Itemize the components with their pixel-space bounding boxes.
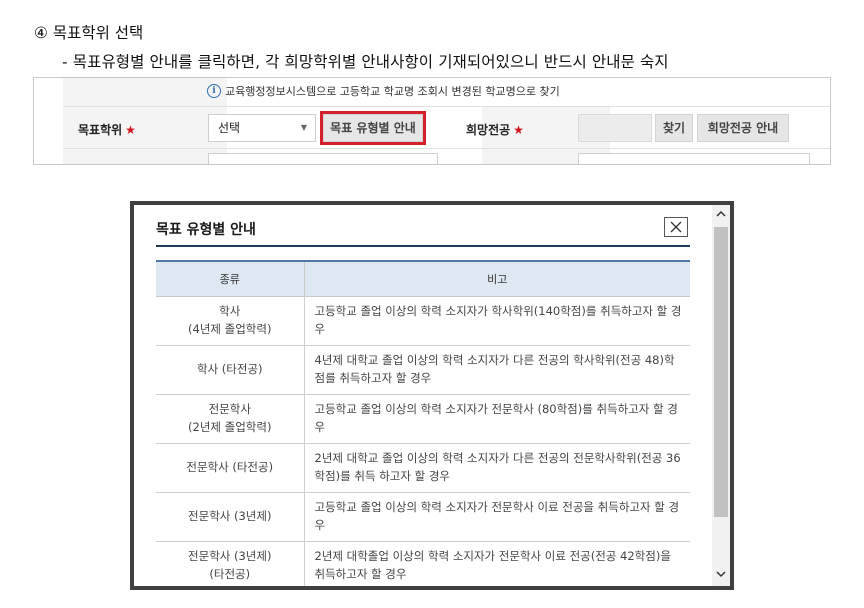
info-circle-icon: i (207, 84, 221, 98)
desired-major-field[interactable] (578, 114, 652, 142)
target-guide-modal: 목표 유형별 안내 종류 비고 학사 (4년제 졸업학력) 고등학교 졸업 이상의… (134, 205, 712, 586)
table-header-row: 종류 비고 (156, 260, 690, 297)
type-cell: 학사 (타전공) (156, 345, 305, 395)
find-button[interactable]: 찾기 (655, 114, 693, 142)
table-row: 전문학사 (3년제) (타전공) 2년제 대학졸업 이상의 학력 소지자가 전문학… (156, 541, 690, 586)
step-title: ④ 목표학위 선택 (34, 24, 144, 42)
table-row: 학사 (4년제 졸업학력) 고등학교 졸업 이상의 학력 소지자가 학사학위(14… (156, 296, 690, 346)
type-cell: 학사 (4년제 졸업학력) (156, 296, 305, 346)
modal-title: 목표 유형별 안내 (156, 222, 256, 238)
chevron-down-icon[interactable] (712, 567, 730, 583)
note-cell: 고등학교 졸업 이상의 학력 소지자가 학사학위(140학점)를 취득하고자 할… (304, 296, 690, 346)
table-row: 전문학사 (3년제) 고등학교 졸업 이상의 학력 소지자가 전문학사 이료 전… (156, 492, 690, 542)
type-cell: 전문학사 (3년제) (타전공) (156, 541, 305, 586)
target-degree-select[interactable]: 선택 ▼ (208, 114, 316, 142)
modal-screenshot: 목표 유형별 안내 종류 비고 학사 (4년제 졸업학력) 고등학교 졸업 이상의… (130, 201, 734, 590)
major-guide-button[interactable]: 희망전공 안내 (697, 114, 789, 142)
table-row: 전문학사 (타전공) 2년제 대학교 졸업 이상의 학력 소지자가 다른 전공의… (156, 443, 690, 493)
guide-table: 종류 비고 학사 (4년제 졸업학력) 고등학교 졸업 이상의 학력 소지자가 학… (156, 260, 690, 586)
table-row: 학사 (타전공) 4년제 대학교 졸업 이상의 학력 소지자가 다른 전공의 학… (156, 345, 690, 395)
second-row-input-right[interactable] (578, 153, 810, 164)
second-row-input[interactable] (208, 153, 438, 164)
column-header-type: 종류 (156, 260, 305, 297)
note-cell: 2년제 대학교 졸업 이상의 학력 소지자가 다른 전공의 전문학사학위(전공 … (304, 443, 690, 493)
info-notice-text: 교육행정정보시스템으로 고등학교 학교명 조회시 변경된 학교명으로 찾기 (225, 85, 560, 98)
target-degree-label: 목표학위 ★ (78, 123, 136, 137)
step-description: - 목표유형별 안내를 클릭하면, 각 희망학위별 안내사항이 기재되어있으니 … (62, 53, 669, 71)
highlight-box (320, 111, 426, 145)
form-screenshot: i 교육행정정보시스템으로 고등학교 학교명 조회시 변경된 학교명으로 찾기 … (33, 77, 831, 165)
chevron-up-icon[interactable] (712, 207, 730, 223)
modal-scrollbar[interactable] (712, 205, 730, 586)
type-cell: 전문학사 (타전공) (156, 443, 305, 493)
column-header-note: 비고 (304, 260, 690, 297)
scrollbar-thumb[interactable] (714, 227, 728, 517)
note-cell: 고등학교 졸업 이상의 학력 소지자가 전문학사 이료 전공을 취득하고자 할 … (304, 492, 690, 542)
note-cell: 고등학교 졸업 이상의 학력 소지자가 전문학사 (80학점)를 취득하고자 할… (304, 394, 690, 444)
note-cell: 2년제 대학졸업 이상의 학력 소지자가 전문학사 이료 전공(전공 42학점)… (304, 541, 690, 586)
table-row: 전문학사 (2년제 졸업학력) 고등학교 졸업 이상의 학력 소지자가 전문학사 … (156, 394, 690, 444)
info-notice: i 교육행정정보시스템으로 고등학교 학교명 조회시 변경된 학교명으로 찾기 (207, 83, 560, 99)
type-cell: 전문학사 (3년제) (156, 492, 305, 542)
note-cell: 4년제 대학교 졸업 이상의 학력 소지자가 다른 전공의 학사학위(전공 48… (304, 345, 690, 395)
desired-major-label: 희망전공 ★ (466, 123, 524, 137)
type-cell: 전문학사 (2년제 졸업학력) (156, 394, 305, 444)
close-x-icon[interactable] (664, 217, 688, 237)
required-mark: ★ (125, 123, 136, 137)
caret-down-icon: ▼ (300, 123, 307, 132)
